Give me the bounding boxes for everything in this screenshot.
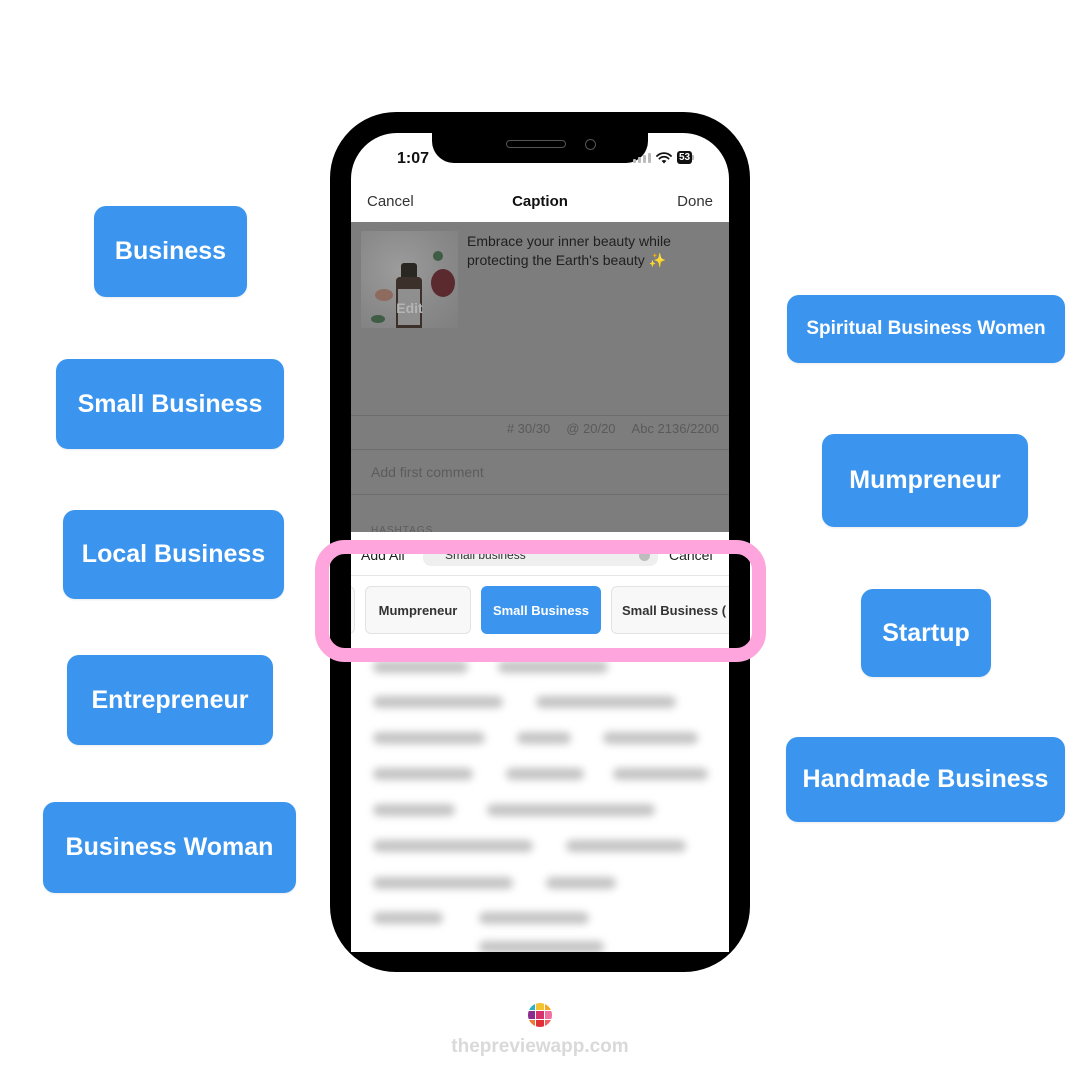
preview-app-logo-icon [528,1003,552,1027]
blurred-hashtag [603,732,698,744]
tag-startup: Startup [861,589,991,677]
battery-level: 53 [677,151,693,164]
hashtag-list-blurred [351,649,729,952]
hashtag-counter: # 30/30 [506,421,551,436]
done-button[interactable]: Done [677,193,713,210]
edit-thumbnail-label[interactable]: Edit [361,300,458,316]
signal-icon [633,152,651,163]
speaker-grille [506,140,566,148]
wifi-icon [656,151,672,163]
tag-handmade-business: Handmade Business [786,737,1065,822]
battery-cap [692,155,695,160]
battery-icon: 53 [677,151,695,164]
tag-mumpreneur: Mumpreneur [822,434,1028,527]
caption-nav-bar: Cancel Caption Done [351,185,729,219]
divider [351,449,729,450]
tag-local-business: Local Business [63,510,284,599]
blurred-hashtag [373,912,443,924]
blurred-hashtag [373,661,468,673]
blurred-hashtag [373,768,473,780]
blurred-hashtag [506,768,584,780]
blurred-hashtag [487,804,655,816]
website-url: thepreviewapp.com [451,1036,629,1057]
blurred-hashtag [373,840,533,852]
blurred-hashtag [373,696,503,708]
status-icons: 53 [633,151,695,164]
highlight-outline [315,540,766,662]
blurred-hashtag [566,840,686,852]
blurred-hashtag [498,661,608,673]
blurred-hashtag [536,696,676,708]
tag-business: Business [94,206,247,297]
status-time: 1:07 [397,150,430,167]
blurred-hashtag [373,804,455,816]
post-thumbnail[interactable]: Edit [361,231,458,328]
blurred-hashtag [373,732,485,744]
blurred-hashtag [517,732,571,744]
caption-counters: # 30/30 @ 20/20 Abc 2136/2200 [507,421,719,436]
blurred-hashtag [613,768,708,780]
blurred-hashtag [546,877,616,889]
thumbnail-leaf [433,251,443,261]
divider [351,494,729,495]
page-title: Caption [512,193,568,210]
blurred-hashtag [479,912,589,924]
first-comment-input[interactable]: Add first comment [371,464,484,480]
tag-business-woman: Business Woman [43,802,296,893]
section-label: HASHTAGS [371,525,434,532]
front-camera [585,139,596,150]
thumbnail-leaf [371,315,385,323]
tag-small-business: Small Business [56,359,284,449]
blurred-hashtag [373,877,513,889]
tag-spiritual-business-women: Spiritual Business Women [787,295,1065,363]
thumbnail-flower [431,269,455,297]
mention-counter: @ 20/20 [566,421,616,436]
divider [351,415,729,416]
tag-entrepreneur: Entrepreneur [67,655,273,745]
character-counter: Abc 2136/2200 [631,421,719,436]
blurred-hashtag [479,941,604,952]
caption-text[interactable]: Embrace your inner beauty while protecti… [467,232,722,270]
